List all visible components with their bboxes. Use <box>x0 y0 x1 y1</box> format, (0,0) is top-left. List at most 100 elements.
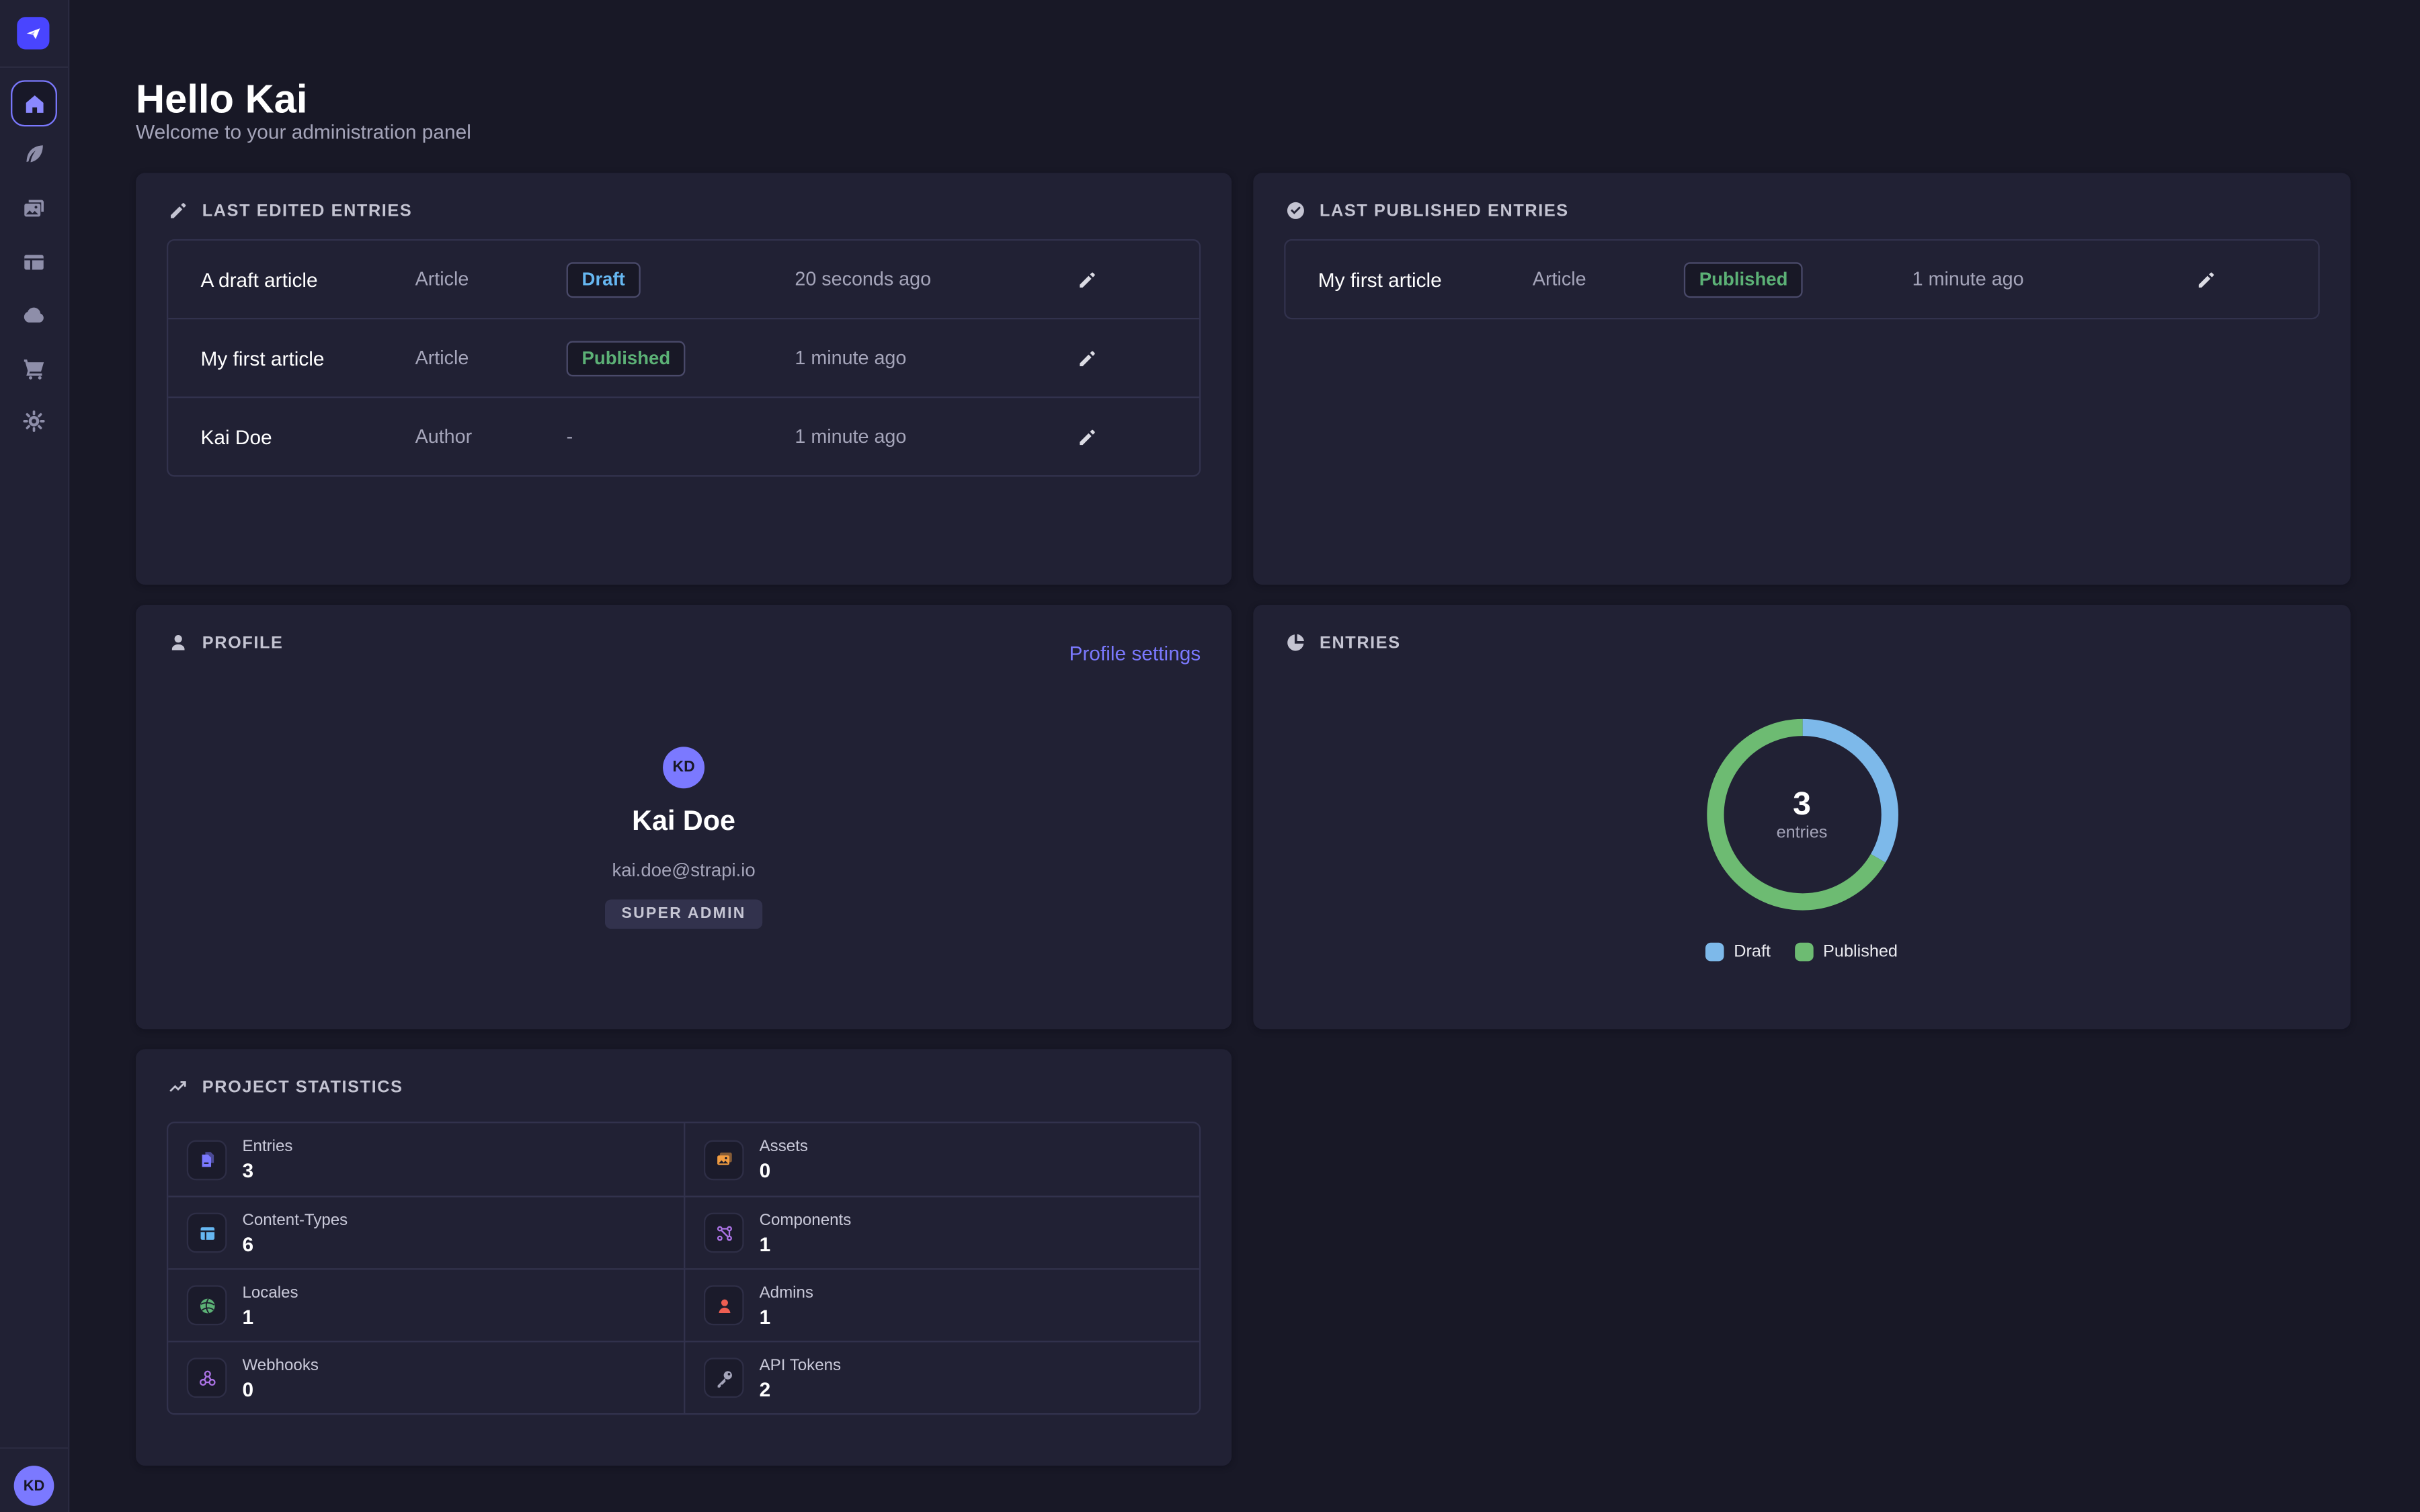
table-row: A draft article Article Draft 20 seconds… <box>168 241 1199 318</box>
entry-type: Article <box>1533 268 1684 290</box>
card-header: ENTRIES <box>1285 632 1400 653</box>
entry-name: My first article <box>1285 267 1532 290</box>
card-header: PROFILE <box>168 632 283 653</box>
sidebar-divider-bottom <box>0 1447 68 1449</box>
table-row: My first article Article Published 1 min… <box>1285 241 2318 318</box>
strapi-logo-icon <box>23 23 43 43</box>
strapi-logo[interactable] <box>17 17 49 49</box>
card-last-edited-entries: LAST EDITED ENTRIES A draft article Arti… <box>136 173 1232 585</box>
card-header: LAST EDITED ENTRIES <box>168 200 412 220</box>
pencil-icon <box>1078 269 1098 290</box>
person-icon <box>168 632 188 653</box>
status-badge: Published <box>567 340 686 376</box>
cloud-icon <box>22 302 46 327</box>
layout-icon <box>22 250 46 275</box>
stat-value: 3 <box>242 1159 292 1181</box>
sidebar: KD <box>0 0 69 1512</box>
sidebar-divider-top <box>0 67 68 68</box>
card-header: PROJECT STATISTICS <box>168 1077 403 1097</box>
stat-label: Components <box>760 1210 852 1229</box>
legend-swatch-draft <box>1706 943 1725 962</box>
images-icon <box>704 1140 744 1180</box>
entries-donut-chart: 3 entries <box>1694 707 1910 923</box>
pencil-icon <box>168 200 188 220</box>
profile-settings-link[interactable]: Profile settings <box>1069 642 1201 665</box>
sidebar-item-home[interactable] <box>11 80 57 126</box>
entries-table: My first article Article Published 1 min… <box>1284 239 2320 319</box>
gear-icon <box>22 409 46 433</box>
stat-value: 6 <box>242 1232 348 1255</box>
sidebar-item-content-manager[interactable] <box>20 140 48 168</box>
pencil-icon <box>1078 348 1098 368</box>
stat-value: 1 <box>760 1304 813 1327</box>
entry-type: Author <box>415 426 567 448</box>
stat-label: API Tokens <box>760 1355 842 1374</box>
stat-label: Webhooks <box>242 1355 318 1374</box>
entry-type: Article <box>415 347 567 369</box>
status-badge: Published <box>1684 261 1804 297</box>
donut-center: 3 entries <box>1694 707 1910 923</box>
status-empty: - <box>567 426 573 448</box>
donut-total-label: entries <box>1777 823 1828 843</box>
edit-entry-button[interactable] <box>1074 266 1100 292</box>
stat-label: Assets <box>760 1137 808 1156</box>
entry-time: 1 minute ago <box>795 426 975 448</box>
check-circle-icon <box>1285 200 1305 220</box>
page-subtitle: Welcome to your administration panel <box>136 120 471 143</box>
stats-grid: Entries3 Assets 0 Content-Types 6 Componen… <box>167 1122 1201 1415</box>
entry-name: My first article <box>168 346 415 369</box>
stat-assets: Assets 0 <box>684 1123 1199 1195</box>
card-title: ENTRIES <box>1320 633 1401 652</box>
sidebar-item-marketplace[interactable] <box>20 355 48 382</box>
profile-email: kai.doe@strapi.io <box>136 859 1232 881</box>
images-icon <box>22 196 46 221</box>
entry-time: 1 minute ago <box>1912 268 2095 290</box>
trending-up-icon <box>168 1077 188 1097</box>
stat-components: Components 1 <box>684 1195 1199 1268</box>
chart-legend: Draft Published <box>1253 943 2350 962</box>
stat-webhooks: Webhooks 0 <box>168 1341 684 1413</box>
webhook-icon <box>187 1357 227 1398</box>
sidebar-item-deploy[interactable] <box>20 301 48 329</box>
pie-chart-icon <box>1285 632 1305 653</box>
card-project-statistics: PROJECT STATISTICS Entries3 Assets 0 Cont… <box>136 1049 1232 1466</box>
entry-name: Kai Doe <box>168 425 415 448</box>
legend-label: Draft <box>1734 943 1771 962</box>
card-entries-chart: ENTRIES 3 entries Draft Published <box>1253 605 2350 1029</box>
legend-swatch-published <box>1796 943 1814 962</box>
user-icon <box>704 1285 744 1325</box>
sidebar-item-media-library[interactable] <box>20 194 48 222</box>
stat-value: 0 <box>760 1159 808 1181</box>
sidebar-item-settings[interactable] <box>20 407 48 435</box>
feather-icon <box>22 142 46 167</box>
table-row: My first article Article Published 1 min… <box>168 318 1199 396</box>
card-last-published-entries: LAST PUBLISHED ENTRIES My first article … <box>1253 173 2350 585</box>
profile-name: Kai Doe <box>136 805 1232 837</box>
status-badge: Draft <box>567 261 641 297</box>
stat-entries: Entries3 <box>168 1123 684 1195</box>
stat-label: Content-Types <box>242 1210 348 1229</box>
card-title: LAST PUBLISHED ENTRIES <box>1320 202 1569 220</box>
sidebar-user-avatar[interactable]: KD <box>14 1466 54 1506</box>
legend-label: Published <box>1823 943 1898 962</box>
pencil-icon <box>1078 427 1098 447</box>
stat-api-tokens: API Tokens 2 <box>684 1341 1199 1413</box>
sidebar-item-content-type-builder[interactable] <box>20 249 48 276</box>
cart-icon <box>22 356 46 381</box>
stat-value: 0 <box>242 1377 318 1400</box>
card-header: LAST PUBLISHED ENTRIES <box>1285 200 1568 220</box>
stat-content-types: Content-Types 6 <box>168 1195 684 1268</box>
edit-entry-button[interactable] <box>1074 423 1100 450</box>
card-title: LAST EDITED ENTRIES <box>202 202 413 220</box>
profile-avatar: KD <box>663 747 704 788</box>
document-icon <box>187 1140 227 1180</box>
stat-value: 1 <box>760 1232 852 1255</box>
edit-entry-button[interactable] <box>1074 345 1100 371</box>
legend-item-published: Published <box>1796 943 1898 962</box>
globe-icon <box>187 1285 227 1325</box>
stat-value: 2 <box>760 1377 842 1400</box>
role-badge: SUPER ADMIN <box>604 900 763 929</box>
entry-time: 1 minute ago <box>795 347 975 369</box>
edit-entry-button[interactable] <box>2193 266 2219 292</box>
nodes-icon <box>704 1213 744 1253</box>
